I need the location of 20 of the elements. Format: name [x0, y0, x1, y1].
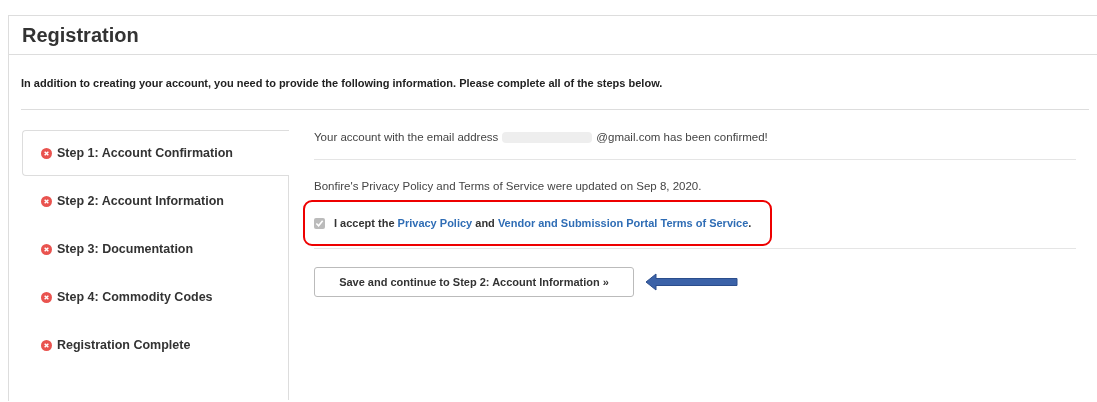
confirmation-text: Your account with the email address: [314, 131, 499, 143]
step-tab[interactable]: Registration Complete: [22, 321, 288, 369]
notice-text: Bonfire's Privacy Policy and Terms of Service were updated on Sep 8, 2020.: [314, 180, 703, 192]
error-icon: [41, 147, 52, 159]
error-icon: [41, 195, 52, 207]
save-continue-button[interactable]: Save and continue to Step 2: Account Information »: [314, 267, 634, 297]
confirmation-text: @gmail.com has been confirmed!: [596, 131, 768, 143]
step-tab[interactable]: Step 2: Account Information: [22, 177, 288, 225]
step-tab[interactable]: Step 4: Commodity Codes: [22, 273, 288, 321]
page-title: Registration: [22, 23, 139, 47]
error-icon: [41, 243, 52, 255]
step-tab[interactable]: Step 3: Documentation: [22, 225, 288, 273]
error-icon: [41, 291, 52, 303]
step-tab[interactable]: Step 1: Account Confirmation: [22, 130, 289, 176]
terms-link[interactable]: Privacy Policy: [397, 217, 473, 229]
left-arrow-icon: [645, 273, 738, 291]
checkbox[interactable]: [314, 217, 325, 229]
error-icon: [41, 339, 52, 351]
terms-text: I accept the Privacy Policy and Vendor and Submission Portal Terms of Service.: [334, 217, 752, 229]
intro-text: In addition to creating your account, you need to provide the following information. Please complete all of the steps below.: [21, 55, 1089, 110]
